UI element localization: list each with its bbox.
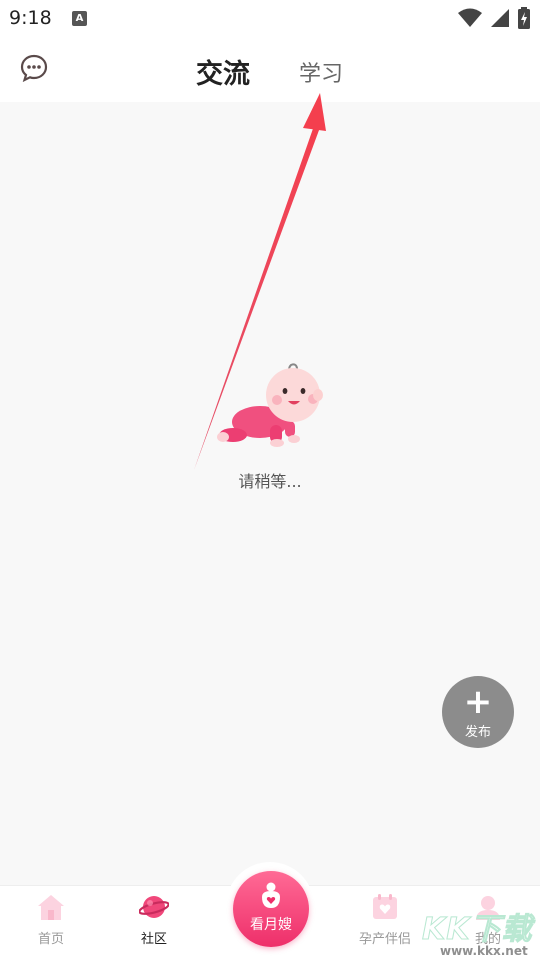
home-icon [38,895,64,920]
header: 交流 学习 [0,36,540,102]
chat-bubble-icon[interactable] [20,54,48,82]
status-icons [458,7,530,29]
nav-label-nanny: 看月嫂 [250,917,292,933]
signal-icon [491,9,509,27]
tab-exchange[interactable]: 交流 [196,52,250,91]
calendar-heart-icon [373,894,397,919]
nanny-center-button[interactable]: 看月嫂 [233,871,309,947]
publish-fab-button[interactable]: + 发布 [442,676,514,748]
status-time: 9:18 [9,7,52,29]
plus-icon: + [463,682,493,722]
a-letter-icon: A [72,11,87,26]
content-area: 请稍等... [0,102,540,885]
wifi-icon [458,8,482,27]
crawling-baby-illustration [217,363,323,447]
nav-item-pregnancy-companion[interactable]: 孕产伴侣 [345,892,425,947]
nanny-icon [262,882,280,908]
battery-charging-icon [518,7,530,29]
watermark-logo: KK下载 [422,912,533,948]
status-bar: 9:18 A [0,0,540,36]
nav-label-home: 首页 [37,932,64,947]
watermark-url: www.kkx.net [440,944,528,958]
loading-text: 请稍等... [238,472,302,491]
planet-icon [139,896,169,918]
tab-study[interactable]: 学习 [299,56,343,88]
publish-label: 发布 [464,725,491,740]
nav-label-community: 社区 [140,932,167,947]
nav-item-community[interactable]: 社区 [114,892,194,947]
nav-item-home[interactable]: 首页 [11,892,91,947]
nav-label-pregnancy-companion: 孕产伴侣 [358,932,411,947]
